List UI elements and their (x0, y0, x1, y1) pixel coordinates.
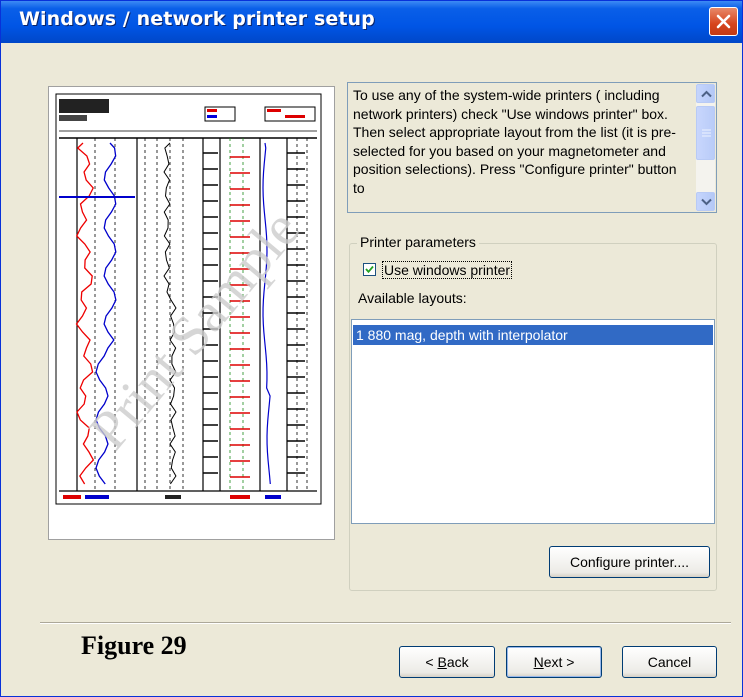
layouts-list[interactable]: 1 880 mag, depth with interpolator (351, 319, 715, 524)
scroll-up-button[interactable] (696, 84, 715, 103)
scroll-down-button[interactable] (696, 192, 715, 211)
back-button[interactable]: < Back (399, 646, 495, 678)
next-label: ext > (543, 654, 575, 670)
window-title: Windows / network printer setup (19, 8, 375, 30)
list-item-label: 1 880 mag, depth with interpolator (356, 327, 568, 343)
title-bar[interactable]: Windows / network printer setup (1, 1, 742, 43)
help-text: To use any of the system-wide printers (… (353, 87, 677, 196)
cancel-button[interactable]: Cancel (622, 646, 717, 678)
scroll-thumb[interactable] (696, 106, 715, 160)
configure-printer-button[interactable]: Configure printer.... (549, 546, 710, 578)
print-preview: Print Sample (48, 86, 335, 540)
back-arrow-text: < (425, 654, 438, 670)
help-text-box: To use any of the system-wide printers (… (347, 82, 717, 213)
list-item[interactable]: 1 880 mag, depth with interpolator (353, 325, 713, 345)
figure-caption: Figure 29 (81, 631, 187, 660)
back-label: ack (446, 654, 469, 670)
footer-separator-highlight (40, 623, 731, 624)
print-sample-image: Print Sample (55, 93, 322, 505)
group-label: Printer parameters (357, 234, 479, 250)
grip-icon (702, 129, 711, 137)
close-icon (716, 14, 731, 29)
back-mnemonic: B (437, 654, 447, 670)
use-windows-printer-checkbox[interactable] (363, 263, 376, 276)
close-button[interactable] (709, 7, 738, 36)
next-mnemonic: N (533, 654, 544, 670)
printer-setup-window: Windows / network printer setup Print Sa… (0, 0, 743, 697)
scroll-up-icon (701, 90, 712, 98)
help-scrollbar[interactable] (696, 84, 715, 211)
use-windows-printer-label[interactable]: Use windows printer (382, 261, 513, 279)
next-button[interactable]: Next > (506, 646, 602, 678)
scroll-down-icon (701, 198, 712, 206)
available-layouts-label: Available layouts: (358, 290, 467, 306)
checkmark-icon (365, 265, 374, 274)
